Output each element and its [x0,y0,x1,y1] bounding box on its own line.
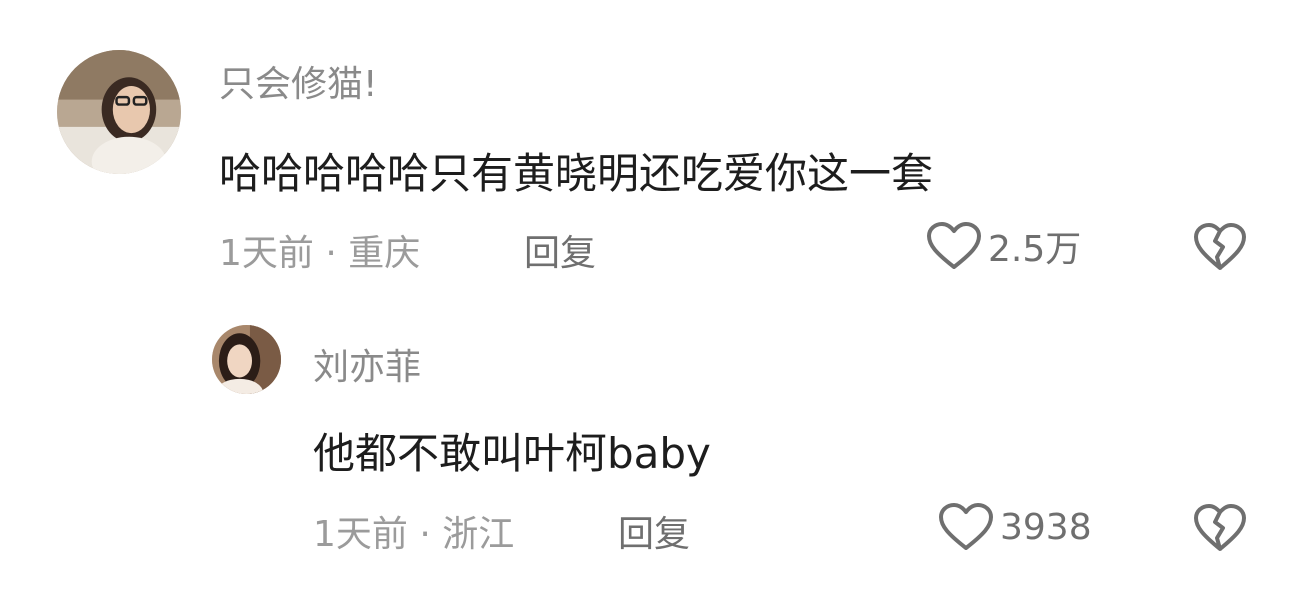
comment-meta: 1天前 · 重庆 [219,233,421,274]
heart-outline-icon [938,502,994,552]
avatar[interactable] [57,50,181,174]
reply-button[interactable]: 回复 [524,224,596,276]
comment-text: 哈哈哈哈哈只有黄晓明还吃爱你这一套 [219,149,934,198]
like-count: 2.5万 [988,229,1082,270]
broken-heart-icon[interactable] [1193,222,1247,272]
like-button[interactable]: 2.5万 [926,220,1081,272]
comment-text: 他都不敢叫叶柯baby [313,429,711,478]
username[interactable]: 只会修猫! [219,55,377,107]
like-count: 3938 [1000,506,1092,548]
broken-heart-icon[interactable] [1193,503,1247,553]
avatar[interactable] [212,325,281,394]
username[interactable]: 刘亦菲 [313,338,421,390]
like-button[interactable]: 3938 [938,502,1092,552]
heart-outline-icon [926,221,982,271]
reply-button[interactable]: 回复 [618,505,690,557]
comment-meta: 1天前 · 浙江 [313,514,515,555]
